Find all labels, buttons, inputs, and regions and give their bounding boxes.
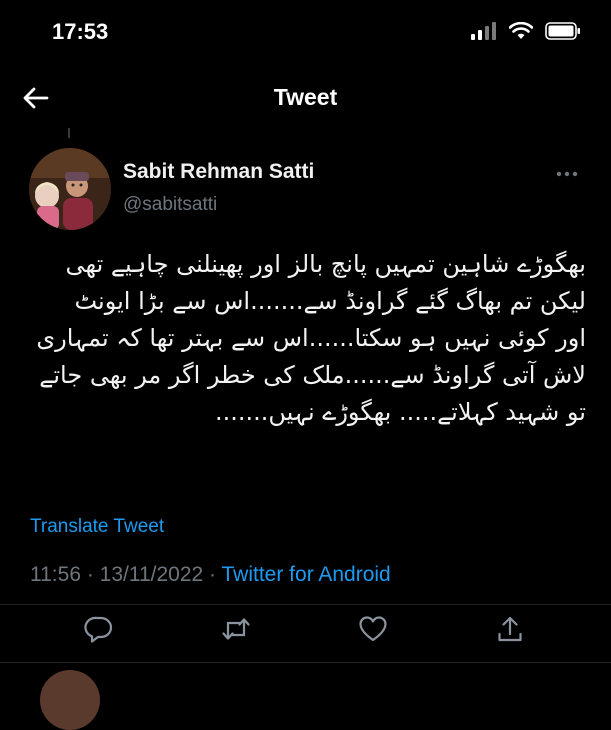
page-title: Tweet [273, 84, 338, 110]
next-reply-avatar[interactable] [40, 670, 100, 730]
tweet-actions [0, 608, 611, 652]
status-time: 17:53 [52, 19, 109, 44]
tweet-source-link[interactable]: Twitter for Android [222, 563, 391, 586]
reply-icon[interactable] [84, 614, 114, 644]
wifi-icon [509, 22, 533, 39]
author-handle[interactable]: @sabitsatti [123, 194, 217, 216]
tweet-meta: 11:56 · 13/11/2022 · Twitter for Android [30, 563, 391, 587]
cellular-signal-icon [471, 22, 496, 40]
avatar-photo [29, 148, 111, 230]
more-options-icon[interactable] [555, 168, 579, 180]
author-name[interactable]: Sabit Rehman Satti [123, 160, 314, 184]
battery-icon [545, 22, 580, 40]
tweet-timestamp: 11:56 · 13/11/2022 · [30, 563, 217, 586]
divider [0, 662, 611, 663]
status-icons [471, 22, 581, 40]
thread-line [68, 128, 70, 138]
divider [0, 604, 611, 605]
nav-bar: Tweet [0, 70, 611, 126]
retweet-icon[interactable] [221, 614, 251, 644]
heart-icon[interactable] [358, 614, 388, 644]
tweet-text: بھگوڑے شاہین تمہیں پانچ بالز اور پھینلنی… [36, 250, 586, 426]
translate-tweet-link[interactable]: Translate Tweet [30, 516, 164, 538]
status-bar: 17:53 [0, 0, 611, 66]
share-icon[interactable] [495, 614, 525, 644]
avatar[interactable] [29, 148, 111, 230]
